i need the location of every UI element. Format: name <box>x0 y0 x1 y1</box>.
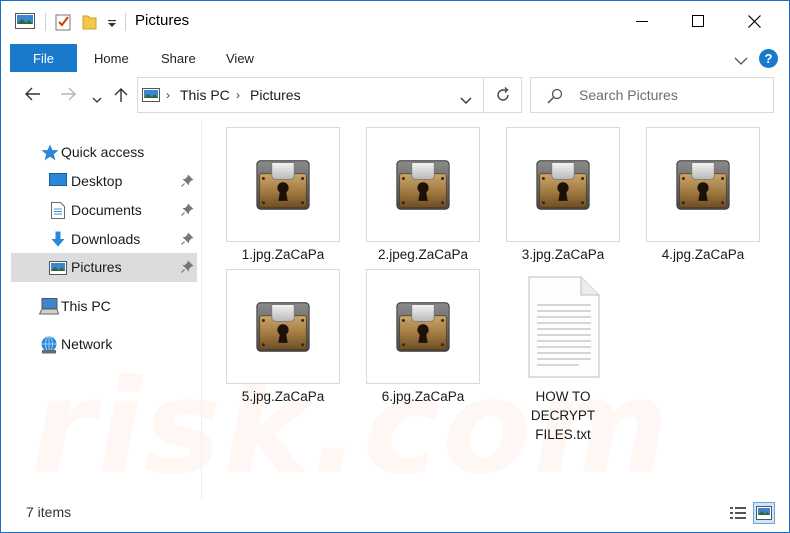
file-item[interactable]: 6.jpg.ZaCaPa <box>362 261 480 411</box>
navigation-pane: Quick access Desktop Documents Downloads… <box>1 119 201 499</box>
navigation-bar: › This PC › Pictures Search Pictures <box>1 73 789 119</box>
minimize-icon <box>636 21 648 22</box>
file-thumbnail[interactable] <box>366 127 480 242</box>
new-folder-icon[interactable] <box>81 13 97 34</box>
nav-item-label: Pictures <box>71 259 122 275</box>
file-item[interactable]: HOW TO DECRYPT FILES.txt <box>502 261 620 442</box>
lock-icon <box>395 299 451 355</box>
pin-icon[interactable] <box>181 232 194 248</box>
expand-ribbon-icon[interactable] <box>734 53 748 69</box>
tab-share[interactable]: Share <box>161 51 196 66</box>
file-thumbnail[interactable] <box>226 269 340 384</box>
nav-item-pictures[interactable]: Pictures <box>11 253 197 282</box>
file-thumbnail[interactable] <box>366 269 480 384</box>
pane-divider[interactable] <box>201 119 202 499</box>
file-name-line: HOW TO <box>535 389 591 404</box>
window-title: Pictures <box>135 12 190 29</box>
pin-icon[interactable] <box>181 174 194 190</box>
recent-locations-chevron-icon[interactable] <box>92 91 102 107</box>
file-thumbnail[interactable] <box>226 127 340 242</box>
refresh-icon <box>496 87 509 101</box>
search-icon <box>547 88 563 107</box>
computer-icon <box>38 298 60 318</box>
close-button[interactable] <box>731 1 777 41</box>
search-placeholder: Search Pictures <box>579 87 678 103</box>
refresh-button[interactable] <box>484 77 522 113</box>
downloads-icon <box>51 231 65 251</box>
file-name: 5.jpg.ZaCaPa <box>241 389 325 404</box>
address-history-chevron-icon[interactable] <box>460 92 472 108</box>
maximize-icon <box>692 15 704 27</box>
file-name: HOW TO DECRYPT FILES.txt <box>502 387 624 444</box>
breadcrumb-pictures[interactable]: Pictures <box>250 87 301 103</box>
pin-icon[interactable] <box>181 260 194 276</box>
details-view-icon <box>730 507 746 519</box>
file-thumbnail[interactable] <box>506 269 620 384</box>
star-icon <box>41 144 59 164</box>
status-bar: 7 items <box>1 499 789 532</box>
lock-icon <box>255 157 311 213</box>
tab-home[interactable]: Home <box>94 51 129 66</box>
file-item[interactable]: 2.jpeg.ZaCaPa <box>362 119 480 269</box>
nav-item-label: Downloads <box>71 231 141 247</box>
address-bar[interactable]: › This PC › Pictures <box>137 77 484 113</box>
file-item[interactable]: 5.jpg.ZaCaPa <box>222 261 340 411</box>
nav-item-label: Desktop <box>71 173 123 189</box>
file-name-line: FILES.txt <box>535 427 591 442</box>
nav-item-label: Network <box>61 336 113 352</box>
ribbon-tabs: File Home Share View ? <box>1 41 789 73</box>
nav-item-label: This PC <box>61 298 111 314</box>
file-item[interactable]: 3.jpg.ZaCaPa <box>502 119 620 269</box>
title-bar: Pictures <box>1 1 789 41</box>
nav-item-label: Documents <box>71 202 142 218</box>
nav-item-documents[interactable]: Documents <box>11 196 197 225</box>
file-item[interactable]: 4.jpg.ZaCaPa <box>642 119 760 269</box>
large-icons-view-icon <box>756 506 772 520</box>
pin-icon[interactable] <box>181 203 194 219</box>
nav-item-downloads[interactable]: Downloads <box>11 225 197 254</box>
file-list: 1.jpg.ZaCaPa 2.jpeg.ZaCaPa 3.jpg.ZaCaPa … <box>206 119 786 499</box>
documents-icon <box>51 202 65 222</box>
nav-item-desktop[interactable]: Desktop <box>11 167 197 196</box>
nav-item-label: Quick access <box>61 144 145 160</box>
close-icon <box>747 14 761 28</box>
file-name: 4.jpg.ZaCaPa <box>661 247 745 262</box>
breadcrumb-separator-icon[interactable]: › <box>166 88 170 102</box>
forward-arrow-icon[interactable] <box>60 87 76 104</box>
lock-icon <box>675 157 731 213</box>
file-thumbnail[interactable] <box>506 127 620 242</box>
file-item[interactable]: 1.jpg.ZaCaPa <box>222 119 340 269</box>
nav-item-this-pc[interactable]: This PC <box>11 292 197 321</box>
breadcrumb-separator-icon[interactable]: › <box>236 88 240 102</box>
lock-icon <box>395 157 451 213</box>
minimize-button[interactable] <box>619 1 665 41</box>
desktop-icon <box>49 173 67 191</box>
search-input[interactable]: Search Pictures <box>530 77 774 113</box>
explorer-window: risk.com Pictures File Home Share View ?… <box>0 0 790 533</box>
help-button[interactable]: ? <box>759 49 778 68</box>
large-icons-view-button[interactable] <box>753 502 775 524</box>
file-name-line: DECRYPT <box>530 408 596 423</box>
nav-item-quick-access[interactable]: Quick access <box>11 138 197 167</box>
nav-item-network[interactable]: Network <box>11 330 197 359</box>
customize-quick-access-icon[interactable] <box>107 16 117 32</box>
details-view-button[interactable] <box>727 502 749 524</box>
file-thumbnail[interactable] <box>646 127 760 242</box>
item-count: 7 items <box>26 504 72 520</box>
tab-file[interactable]: File <box>10 44 77 72</box>
pictures-icon <box>49 261 67 278</box>
pictures-location-icon <box>142 88 160 105</box>
lock-icon <box>535 157 591 213</box>
breadcrumb-this-pc[interactable]: This PC <box>180 87 230 103</box>
up-arrow-icon[interactable] <box>114 87 128 106</box>
file-name: 6.jpg.ZaCaPa <box>381 389 465 404</box>
network-icon <box>39 336 59 357</box>
tab-view[interactable]: View <box>226 51 254 66</box>
text-file-icon <box>528 276 600 377</box>
maximize-button[interactable] <box>675 1 721 41</box>
back-arrow-icon[interactable] <box>25 87 41 104</box>
properties-icon[interactable] <box>55 13 71 34</box>
lock-icon <box>255 299 311 355</box>
pictures-window-icon <box>15 13 35 32</box>
